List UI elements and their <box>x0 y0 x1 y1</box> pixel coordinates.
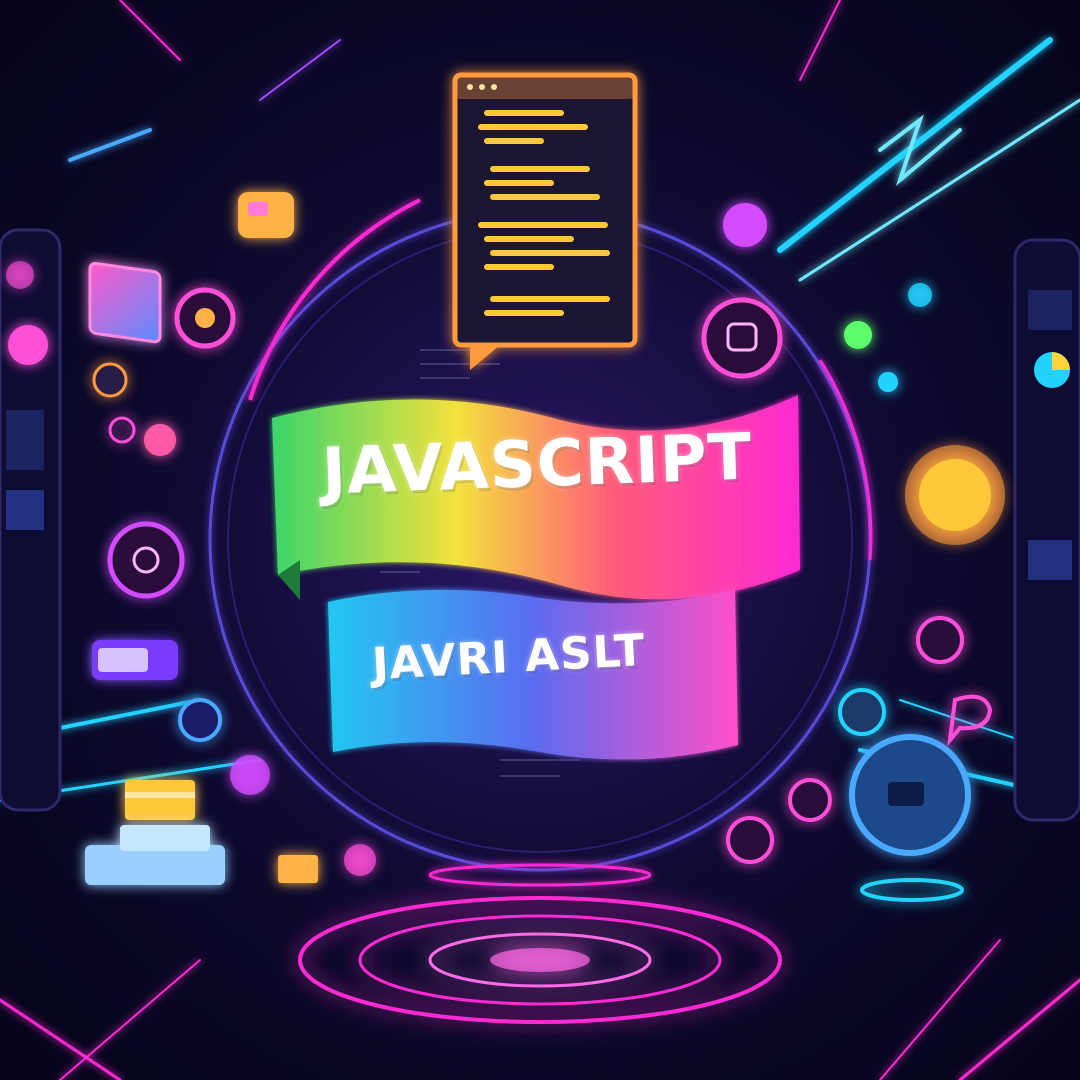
banner-title: JAVASCRIPT <box>320 420 754 510</box>
banners <box>272 395 800 760</box>
